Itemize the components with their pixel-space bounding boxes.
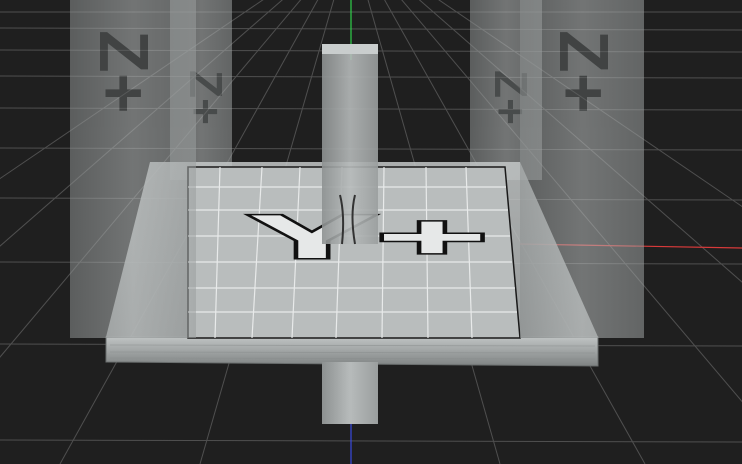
center-post[interactable] xyxy=(322,44,378,424)
pillar-right-front-label: Z+ xyxy=(545,30,623,114)
pillar-right-front[interactable]: Z+ xyxy=(520,0,644,338)
base-slab-front[interactable] xyxy=(105,336,599,367)
pillar-left-front[interactable]: Z+ xyxy=(70,0,196,338)
pillar-left-front-label: Z+ xyxy=(85,30,163,114)
3d-viewport[interactable]: Z+ Z+ Y+ Z+ xyxy=(0,0,742,464)
